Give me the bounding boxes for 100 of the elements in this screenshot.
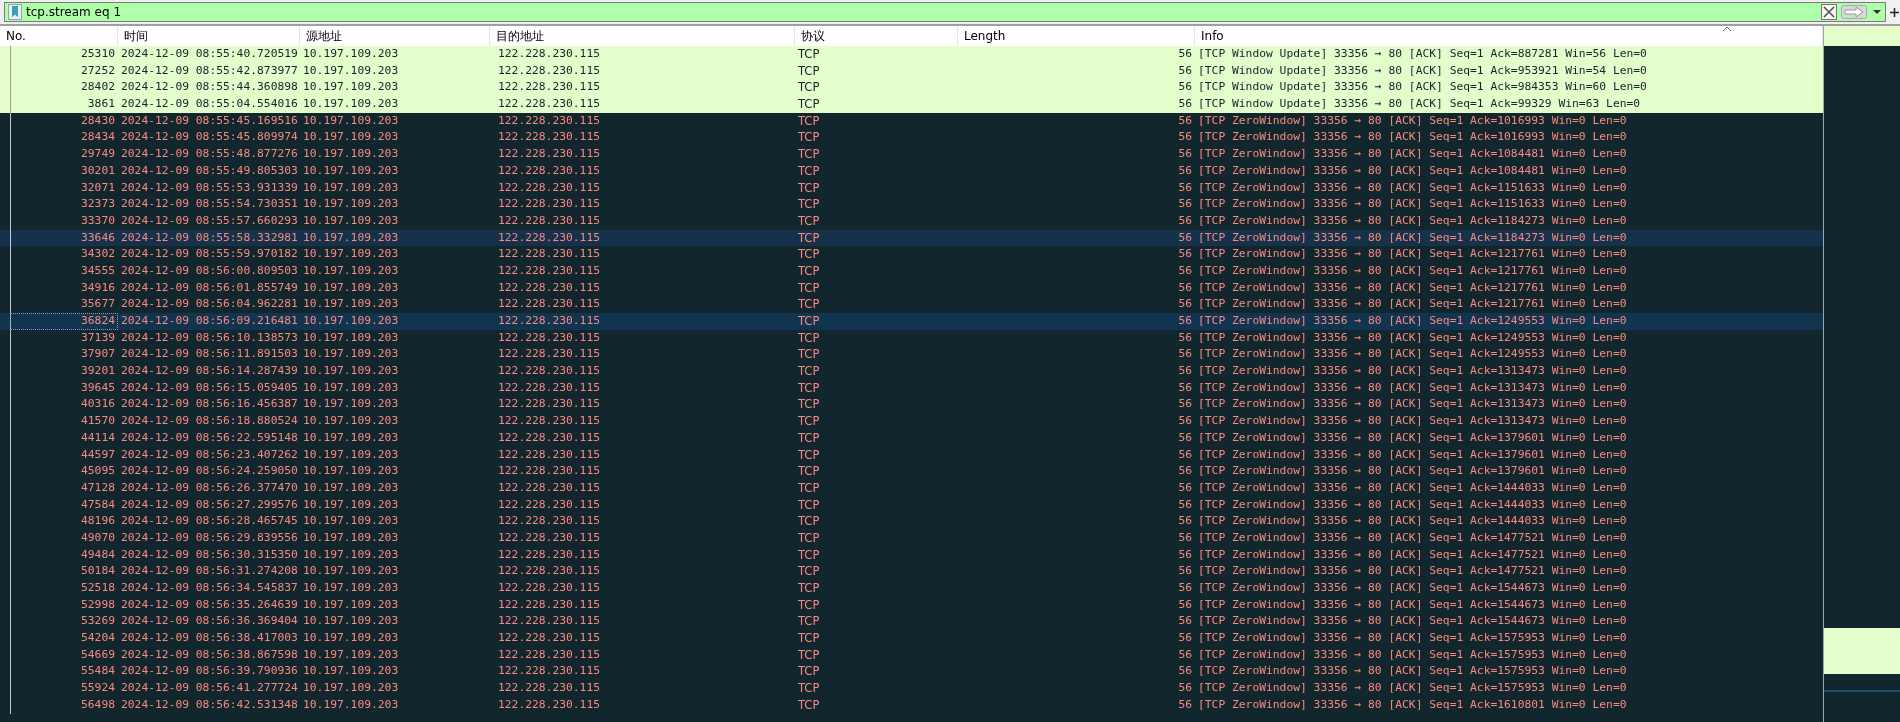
table-cell: 45095 [10,463,118,480]
packet-row[interactable]: 3861 2024-12-09 08:55:04.554016 10.197.109.203 122.228.230.115 TCP 56 [TCP Window Update] 33356 → 80 [ACK] Seq=1 Ack=99329 Win=63 Len=0 [0,96,1823,113]
packet-row[interactable]: 36824 2024-12-09 08:56:09.216481 10.197.109.203 122.228.230.115 TCP 56 [TCP ZeroWindow] 33356 → 80 [ACK] Seq=1 Ack=1249553 Win=0 Len=0 [0,313,1823,330]
table-cell-text: 10.197.109.203 [302,613,400,630]
table-cell-text: 122.228.230.115 [497,596,602,613]
table-cell-text: 10.197.109.203 [302,329,400,346]
table-cell-text: 2024-12-09 08:55:58.332981 [120,229,299,246]
table-cell-text: [TCP ZeroWindow] 33356 → 80 [ACK] Seq=1 Ack=1444033 Win=0 Len=0 [1197,496,1628,513]
table-cell-text: 56 [1177,496,1193,513]
table-cell-text: 122.228.230.115 [497,296,602,313]
bookmark-icon[interactable] [8,4,22,20]
table-cell-text: 2024-12-09 08:56:04.962281 [120,296,299,313]
table-cell-text: 122.228.230.115 [497,413,602,430]
table-cell-text: 122.228.230.115 [497,46,602,62]
table-cell-text: TCP [797,212,821,230]
table-cell-text: 10.197.109.203 [302,630,400,647]
table-cell-text: 2024-12-09 08:55:42.873977 [120,62,299,79]
table-cell-text: 10.197.109.203 [302,129,400,146]
table-cell-text: [TCP Window Update] 33356 → 80 [ACK] Seq=1 Ack=984353 Win=60 Len=0 [1197,79,1648,96]
table-cell-text: 56 [1177,663,1193,680]
table-cell-text: 10.197.109.203 [302,363,400,380]
table-cell-text: 10.197.109.203 [302,212,400,229]
table-cell-text: 2024-12-09 08:56:09.216481 [120,313,299,329]
table-cell: 30201 [10,162,118,180]
table-cell-text: TCP [797,379,821,397]
table-cell-text: 122.228.230.115 [497,313,602,329]
table-cell-text: 56 [1177,696,1193,713]
table-cell-text: [TCP ZeroWindow] 33356 → 80 [ACK] Seq=1 Ack=1544673 Win=0 Len=0 [1197,596,1628,613]
table-cell-text: TCP [797,413,821,430]
table-cell-text: [TCP ZeroWindow] 33356 → 80 [ACK] Seq=1 Ack=1184273 Win=0 Len=0 [1197,212,1628,229]
table-cell-text: 122.228.230.115 [497,329,602,346]
table-cell-text: 122.228.230.115 [497,346,602,363]
table-cell-text: 56 [1177,646,1193,663]
table-cell-text: 122.228.230.115 [497,680,602,697]
table-cell: 41570 [10,413,118,430]
table-cell-text: 56 [1177,46,1193,62]
table-cell-text: [TCP ZeroWindow] 33356 → 80 [ACK] Seq=1 Ack=1249553 Win=0 Len=0 [1197,313,1628,329]
table-cell-text: 122.228.230.115 [497,196,602,213]
table-cell-text: [TCP ZeroWindow] 33356 → 80 [ACK] Seq=1 Ack=1379601 Win=0 Len=0 [1197,429,1628,446]
table-cell-text: TCP [797,663,821,681]
table-cell-text: [TCP ZeroWindow] 33356 → 80 [ACK] Seq=1 Ack=1184273 Win=0 Len=0 [1197,229,1628,246]
table-cell-text: 10.197.109.203 [302,446,400,463]
table-cell-text: 56 [1177,429,1193,446]
clear-icon[interactable] [1821,4,1837,20]
table-cell: 55924 [10,680,118,697]
table-cell-text: TCP [797,563,821,580]
table-cell-text: 2024-12-09 08:56:18.880524 [120,413,299,430]
table-cell-text: 2024-12-09 08:55:54.730351 [120,196,299,213]
table-cell: 36824 [10,313,118,330]
table-cell-text: 2024-12-09 08:56:38.417003 [120,630,299,647]
table-cell-text: 2024-12-09 08:56:39.790936 [120,663,299,680]
table-cell-text: TCP [797,546,821,564]
table-cell-text: 2024-12-09 08:56:36.369404 [120,613,299,630]
table-cell-text: TCP [797,229,821,247]
table-cell-text: 10.197.109.203 [302,463,400,480]
table-cell-text: TCP [797,646,821,664]
table-cell-text: 10.197.109.203 [302,680,400,697]
table-cell-text: 122.228.230.115 [497,429,602,446]
table-cell-text: TCP [797,112,821,130]
table-cell-text: TCP [797,346,821,364]
table-cell-text: 122.228.230.115 [497,229,602,246]
table-cell-text: [TCP ZeroWindow] 33356 → 80 [ACK] Seq=1 Ack=1217761 Win=0 Len=0 [1197,262,1628,279]
table-cell-text: 10.197.109.203 [302,596,400,613]
table-cell-text: 56 [1177,212,1193,229]
table-cell-text: 122.228.230.115 [497,479,602,496]
table-cell-text: 2024-12-09 08:55:40.720519 [120,46,299,62]
table-cell-text: TCP [797,96,821,113]
table-cell-text: 122.228.230.115 [497,363,602,380]
table-cell-text: 56 [1177,346,1193,363]
table-cell-text: TCP [797,496,821,514]
add-icon[interactable] [1889,7,1899,17]
table-cell-text: 2024-12-09 08:56:26.377470 [120,479,299,496]
table-cell-text: [TCP ZeroWindow] 33356 → 80 [ACK] Seq=1 Ack=1477521 Win=0 Len=0 [1197,546,1628,563]
table-cell-text: 56 [1177,146,1193,163]
table-cell-text: 56 [1177,413,1193,430]
table-cell-text: 2024-12-09 08:56:35.264639 [120,596,299,613]
table-cell-text: 10.197.109.203 [302,79,400,96]
dropdown-caret-icon[interactable] [1871,8,1883,16]
table-cell-text: 10.197.109.203 [302,496,400,513]
table-cell-text: 2024-12-09 08:56:41.277724 [120,680,299,697]
table-cell-text: 2024-12-09 08:55:04.554016 [120,96,299,113]
table-cell-text: 10.197.109.203 [302,396,400,413]
table-cell-text: 10.197.109.203 [302,529,400,546]
table-cell-text: 56 [1177,279,1193,296]
table-cell-text: 10.197.109.203 [302,479,400,496]
table-cell-text: [TCP ZeroWindow] 33356 → 80 [ACK] Seq=1 Ack=1610801 Win=0 Len=0 [1197,696,1628,713]
table-cell-text: 2024-12-09 08:55:48.877276 [120,146,299,163]
table-cell-text: TCP [797,179,821,197]
table-cell-text: 122.228.230.115 [497,463,602,480]
table-cell-text: 56 [1177,363,1193,380]
table-cell-text: [TCP ZeroWindow] 33356 → 80 [ACK] Seq=1 Ack=1575953 Win=0 Len=0 [1197,646,1628,663]
packet-row[interactable]: 28402 2024-12-09 08:55:44.360898 10.197.109.203 122.228.230.115 TCP 56 [TCP Window Update] 33356 → 80 [ACK] Seq=1 Ack=984353 Win=60 Len=0 [0,79,1823,97]
table-cell-text: [TCP ZeroWindow] 33356 → 80 [ACK] Seq=1 Ack=1084481 Win=0 Len=0 [1197,162,1628,179]
table-cell-text: [TCP ZeroWindow] 33356 → 80 [ACK] Seq=1 Ack=1544673 Win=0 Len=0 [1197,613,1628,630]
table-cell-text: TCP [797,296,821,313]
table-cell-text: TCP [797,596,821,614]
table-cell-text: 10.197.109.203 [302,663,400,680]
packet-row[interactable]: 25310 2024-12-09 08:55:40.720519 10.197.109.203 122.228.230.115 TCP 56 [TCP Window Update] 33356 → 80 [ACK] Seq=1 Ack=887281 Win=56 Len=0 [0,46,1823,63]
table-cell: 49070 [10,529,118,547]
table-cell-text: 2024-12-09 08:56:34.545837 [120,580,299,596]
